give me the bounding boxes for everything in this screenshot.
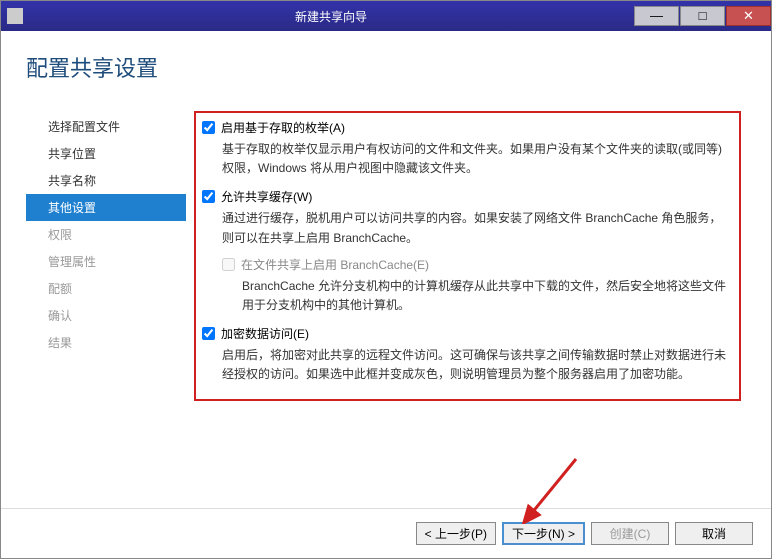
checkbox-share-cache[interactable] xyxy=(202,190,215,203)
wizard-steps: 选择配置文件 共享位置 共享名称 其他设置 权限 管理属性 配额 确认 结果 xyxy=(26,111,186,508)
option-encrypt: 加密数据访问(E) 启用后，将加密对此共享的远程文件访问。这可确保与该共享之间传… xyxy=(202,325,731,384)
desc-share-cache: 通过进行缓存，脱机用户可以访问共享的内容。如果安装了网络文件 BranchCac… xyxy=(222,209,731,247)
label-encrypt: 加密数据访问(E) xyxy=(221,325,309,342)
checkbox-branchcache xyxy=(222,258,235,271)
step-share-location[interactable]: 共享位置 xyxy=(26,140,186,167)
step-quota: 配额 xyxy=(26,275,186,302)
maximize-button[interactable]: □ xyxy=(680,6,725,26)
label-share-cache: 允许共享缓存(W) xyxy=(221,188,312,205)
annotation-highlight: 启用基于存取的枚举(A) 基于存取的枚举仅显示用户有权访问的文件和文件夹。如果用… xyxy=(194,111,741,401)
step-result: 结果 xyxy=(26,329,186,356)
desc-access-enum: 基于存取的枚举仅显示用户有权访问的文件和文件夹。如果用户没有某个文件夹的读取(或… xyxy=(222,140,731,178)
titlebar: 新建共享向导 — □ ✕ xyxy=(1,1,771,31)
option-branchcache: 在文件共享上启用 BranchCache(E) BranchCache 允许分支… xyxy=(222,256,731,315)
step-select-profile[interactable]: 选择配置文件 xyxy=(26,113,186,140)
next-button[interactable]: 下一步(N) > xyxy=(502,522,585,545)
close-button[interactable]: ✕ xyxy=(726,6,771,26)
window-title: 新建共享向导 xyxy=(29,8,633,25)
label-access-enum: 启用基于存取的枚举(A) xyxy=(221,119,345,136)
option-access-enum: 启用基于存取的枚举(A) 基于存取的枚举仅显示用户有权访问的文件和文件夹。如果用… xyxy=(202,119,731,178)
step-share-name[interactable]: 共享名称 xyxy=(26,167,186,194)
step-manage-props: 管理属性 xyxy=(26,248,186,275)
minimize-button[interactable]: — xyxy=(634,6,679,26)
checkbox-encrypt[interactable] xyxy=(202,327,215,340)
wizard-window: 新建共享向导 — □ ✕ 配置共享设置 选择配置文件 共享位置 共享名称 其他设… xyxy=(0,0,772,559)
footer: < 上一步(P) 下一步(N) > 创建(C) 取消 xyxy=(1,508,771,558)
window-controls: — □ ✕ xyxy=(633,6,771,26)
desc-encrypt: 启用后，将加密对此共享的远程文件访问。这可确保与该共享之间传输数据时禁止对数据进… xyxy=(222,346,731,384)
page-title: 配置共享设置 xyxy=(26,51,746,83)
app-icon xyxy=(7,8,23,24)
cancel-button[interactable]: 取消 xyxy=(675,522,753,545)
step-confirm: 确认 xyxy=(26,302,186,329)
label-branchcache: 在文件共享上启用 BranchCache(E) xyxy=(241,256,429,273)
option-share-cache: 允许共享缓存(W) 通过进行缓存，脱机用户可以访问共享的内容。如果安装了网络文件… xyxy=(202,188,731,315)
checkbox-access-enum[interactable] xyxy=(202,121,215,134)
step-permissions: 权限 xyxy=(26,221,186,248)
prev-button[interactable]: < 上一步(P) xyxy=(416,522,496,545)
main-area: 选择配置文件 共享位置 共享名称 其他设置 权限 管理属性 配额 确认 结果 启… xyxy=(26,111,746,508)
wizard-body: 配置共享设置 选择配置文件 共享位置 共享名称 其他设置 权限 管理属性 配额 … xyxy=(1,31,771,508)
desc-branchcache: BranchCache 允许分支机构中的计算机缓存从此共享中下载的文件，然后安全… xyxy=(242,277,731,315)
step-other-settings[interactable]: 其他设置 xyxy=(26,194,186,221)
create-button: 创建(C) xyxy=(591,522,669,545)
content-area: 启用基于存取的枚举(A) 基于存取的枚举仅显示用户有权访问的文件和文件夹。如果用… xyxy=(186,111,746,508)
